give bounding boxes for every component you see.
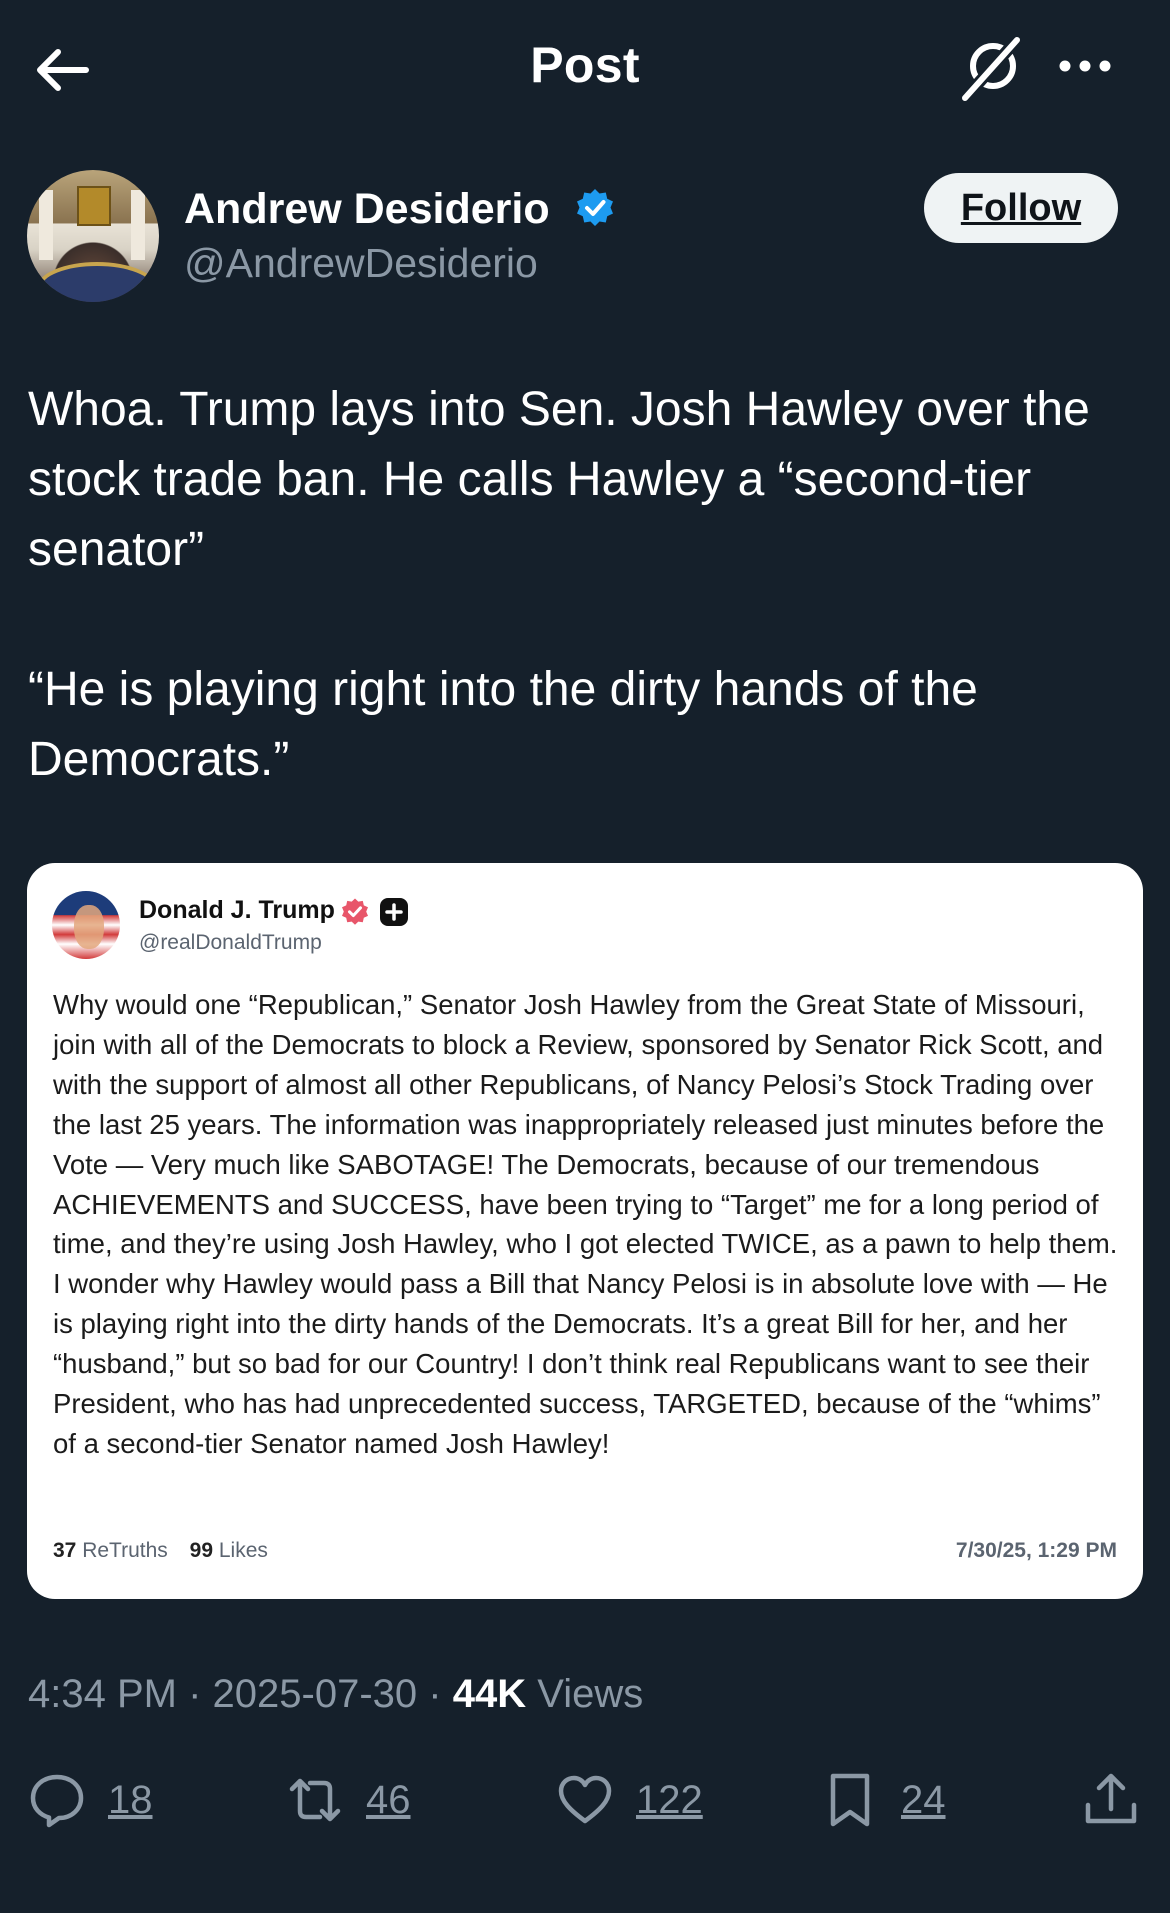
- reply-icon: [30, 1774, 84, 1828]
- post-page: Post Andrew Desiderio @AndrewDesiderio F…: [0, 0, 1170, 1913]
- bookmark-button[interactable]: 24: [821, 1765, 946, 1835]
- share-button[interactable]: [1082, 1765, 1140, 1835]
- views-label: Views: [537, 1672, 644, 1716]
- embedded-author-handle: @realDonaldTrump: [139, 931, 322, 954]
- embedded-author-name: Donald J. Trump: [139, 896, 335, 924]
- more-dots-icon: [1059, 60, 1111, 72]
- plus-badge-icon: [380, 898, 408, 926]
- embedded-retruths: 37 ReTruths: [53, 1539, 168, 1562]
- embedded-likes: 99 Likes: [189, 1539, 268, 1562]
- reply-count: 18: [108, 1777, 153, 1822]
- verified-badge-icon: [577, 189, 613, 226]
- post-date: 2025-07-30: [212, 1672, 418, 1716]
- post-time: 4:34 PM: [28, 1672, 177, 1716]
- post-meta: 4:34 PM · 2025-07-30 · 44K Views: [28, 1672, 643, 1717]
- tweet-paragraph: Whoa. Trump lays into Sen. Josh Hawley o…: [28, 383, 1090, 576]
- bookmark-icon: [830, 1773, 870, 1827]
- author-handle[interactable]: @AndrewDesiderio: [184, 240, 538, 287]
- repost-icon: [289, 1778, 341, 1822]
- grok-icon: [962, 37, 1020, 101]
- like-button[interactable]: 122: [556, 1765, 703, 1835]
- follow-button[interactable]: Follow: [924, 173, 1118, 243]
- author-avatar[interactable]: [27, 170, 159, 302]
- author-name[interactable]: Andrew Desiderio: [184, 185, 550, 234]
- views-link[interactable]: 44K Views: [453, 1672, 644, 1716]
- repost-count: 46: [366, 1777, 411, 1822]
- verified-badge-icon: [342, 898, 368, 925]
- like-count: 122: [636, 1777, 703, 1822]
- grok-button[interactable]: [955, 32, 1027, 104]
- meta-separator: ·: [188, 1672, 202, 1716]
- tweet-paragraph: “He is playing right into the dirty hand…: [28, 663, 978, 786]
- embedded-post-image[interactable]: Donald J. Trump @realDonaldTrump Why wou…: [27, 863, 1143, 1599]
- bookmark-count: 24: [901, 1777, 946, 1822]
- more-options-button[interactable]: [1055, 40, 1115, 90]
- repost-button[interactable]: 46: [286, 1765, 411, 1835]
- embedded-post-text: Why would one “Republican,” Senator Josh…: [53, 989, 1118, 1459]
- embedded-date: 7/30/25, 1:29 PM: [955, 1539, 1117, 1562]
- share-icon: [1085, 1773, 1137, 1824]
- heart-icon: [558, 1775, 612, 1824]
- meta-separator: ·: [428, 1672, 442, 1716]
- embedded-avatar: [52, 891, 120, 959]
- top-bar: Post: [0, 0, 1170, 135]
- views-count: 44K: [452, 1672, 527, 1716]
- reply-button[interactable]: 18: [28, 1765, 153, 1835]
- tweet-text: Whoa. Trump lays into Sen. Josh Hawley o…: [28, 375, 1148, 795]
- action-bar: 18 46 122 24: [0, 1765, 1170, 1835]
